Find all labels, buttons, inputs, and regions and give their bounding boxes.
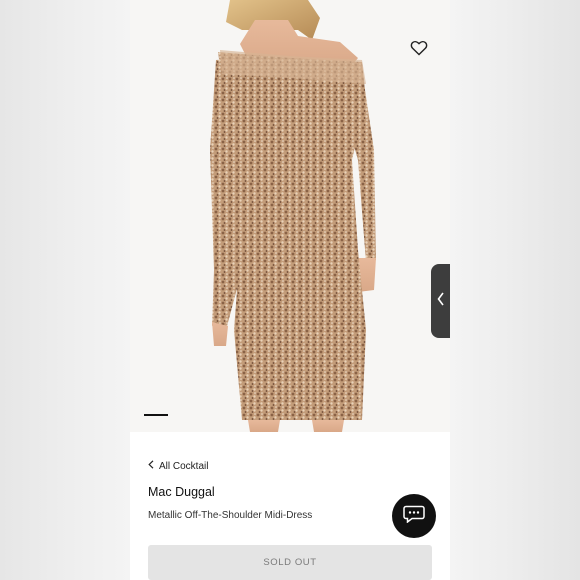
product-info-panel: All Cocktail Mac Duggal Metallic Off-The… [130, 432, 450, 580]
phone-screen: All Cocktail Mac Duggal Metallic Off-The… [130, 0, 450, 580]
brand-name[interactable]: Mac Duggal [148, 485, 215, 499]
background-blur-right [450, 0, 580, 580]
chat-button[interactable] [392, 494, 436, 538]
product-photo [210, 0, 376, 432]
chevron-left-icon [437, 292, 444, 311]
product-name: Metallic Off-The-Shoulder Midi-Dress [148, 510, 313, 521]
chevron-left-icon [148, 460, 154, 472]
breadcrumb-label: All Cocktail [159, 460, 209, 472]
back-to-category-link[interactable]: All Cocktail [148, 460, 208, 472]
background-blur-left [0, 0, 130, 580]
side-panel-handle[interactable] [431, 264, 450, 338]
heart-icon[interactable] [410, 40, 428, 56]
gallery-page-indicator [144, 414, 168, 416]
sold-out-button[interactable]: SOLD OUT [148, 545, 432, 580]
chat-bubble-icon [403, 505, 425, 528]
product-image-gallery[interactable] [130, 0, 450, 432]
